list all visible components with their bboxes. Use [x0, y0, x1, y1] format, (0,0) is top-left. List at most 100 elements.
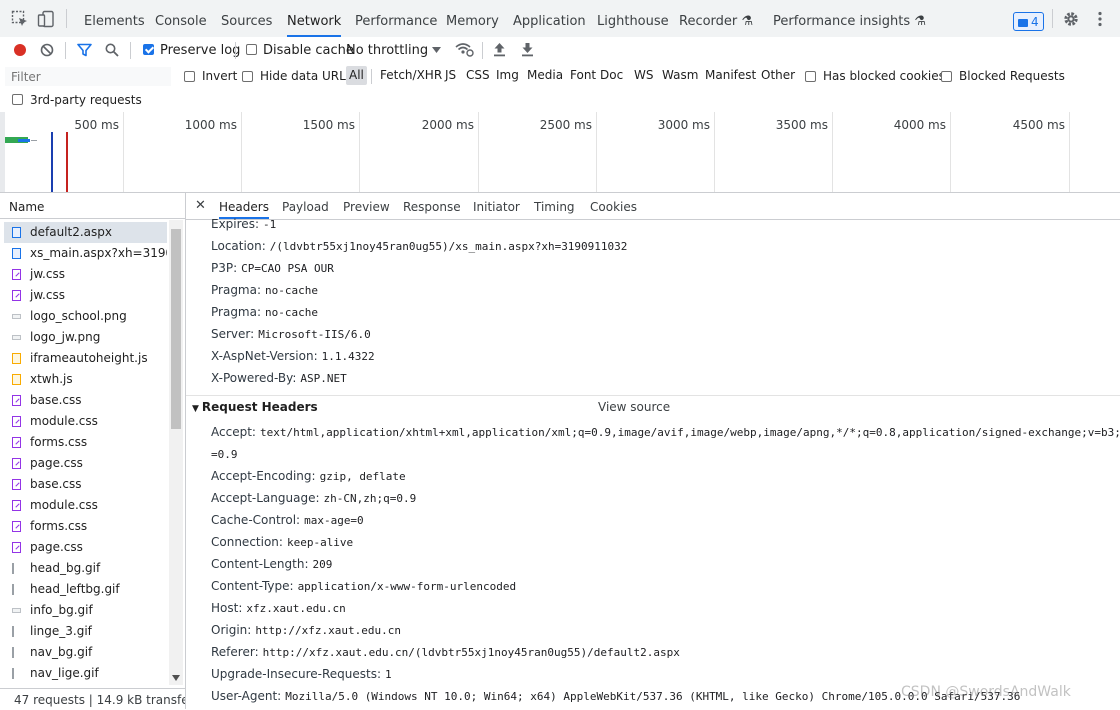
request-headers-section[interactable]: ▼ Request Headers: [192, 400, 318, 414]
filter-type-doc[interactable]: Doc: [597, 66, 626, 85]
request-row[interactable]: module.css: [4, 411, 167, 432]
request-row[interactable]: jw.css: [4, 264, 167, 285]
scrollbar-thumb[interactable]: [171, 229, 181, 429]
blocked-requests-checkbox[interactable]: [941, 71, 952, 82]
device-toolbar-icon[interactable]: [37, 10, 55, 28]
request-row[interactable]: logo_school.png: [4, 306, 167, 327]
close-icon[interactable]: ✕: [195, 193, 206, 219]
request-row[interactable]: forms.css: [4, 432, 167, 453]
detail-tab-headers[interactable]: Headers: [219, 193, 269, 219]
request-row[interactable]: head_leftbg.gif: [4, 579, 167, 600]
header-row: Location:/(ldvbtr55xj1noy45ran0ug55)/xs_…: [211, 239, 627, 253]
tab-performance[interactable]: Performance: [355, 0, 437, 37]
header-row: X-AspNet-Version: 1.1.4322: [211, 349, 375, 363]
invert-checkbox[interactable]: [184, 71, 195, 82]
detail-tab-cookies[interactable]: Cookies: [590, 193, 637, 219]
header-row: Accept: text/html,application/xhtml+xml,a…: [211, 425, 1120, 439]
third-party-checkbox[interactable]: [12, 94, 23, 105]
css-file-icon: [12, 437, 21, 448]
request-row[interactable]: xtwh.js: [4, 369, 167, 390]
request-detail-pane: ✕ Headers Payload Preview Response Initiator…: [186, 193, 1120, 709]
request-row[interactable]: head_bg.gif: [4, 558, 167, 579]
view-source-button[interactable]: View source: [598, 400, 670, 414]
filter-input[interactable]: [5, 67, 171, 86]
detail-tab-response[interactable]: Response: [403, 193, 461, 219]
request-row[interactable]: iframeautoheight.js: [4, 348, 167, 369]
filter-type-media[interactable]: Media: [524, 66, 566, 85]
detail-tab-timing[interactable]: Timing: [534, 193, 575, 219]
has-blocked-cookies-checkbox[interactable]: [805, 71, 816, 82]
request-row[interactable]: forms.css: [4, 516, 167, 537]
request-row[interactable]: module.css: [4, 495, 167, 516]
filter-type-js[interactable]: JS: [442, 66, 459, 85]
scroll-down-icon[interactable]: [172, 675, 180, 681]
request-row[interactable]: nav_bg.gif: [4, 642, 167, 663]
request-name: head_bg.gif: [30, 561, 101, 575]
tab-elements[interactable]: Elements: [84, 0, 145, 37]
import-har-icon[interactable]: [493, 42, 506, 57]
preserve-log-label[interactable]: Preserve log: [160, 43, 240, 58]
has-blocked-cookies-label[interactable]: Has blocked cookies: [823, 69, 945, 83]
timeline-resize-handle[interactable]: [0, 112, 5, 192]
inspect-element-icon[interactable]: [11, 10, 29, 28]
issues-badge[interactable]: 4: [1013, 12, 1044, 31]
tab-sources[interactable]: Sources: [221, 0, 272, 37]
clear-icon[interactable]: [40, 43, 54, 57]
filter-type-other[interactable]: Other: [758, 66, 798, 85]
filter-icon[interactable]: [77, 43, 92, 57]
tab-network[interactable]: Network: [287, 0, 342, 37]
tab-memory[interactable]: Memory: [446, 0, 499, 37]
request-row[interactable]: page.css: [4, 453, 167, 474]
throttling-select[interactable]: No throttling: [346, 43, 428, 58]
filter-type-font[interactable]: Font: [567, 66, 599, 85]
more-options-icon[interactable]: [1091, 10, 1109, 28]
request-row[interactable]: info_bg.gif: [4, 600, 167, 621]
filter-type-img[interactable]: Img: [493, 66, 522, 85]
request-row[interactable]: xs_main.aspx?xh=3190911: [4, 243, 167, 264]
tab-recorder[interactable]: Recorder ⚗: [679, 0, 753, 37]
chevron-down-icon[interactable]: [432, 47, 441, 53]
disable-cache-checkbox[interactable]: [246, 44, 257, 55]
export-har-icon[interactable]: [521, 42, 534, 57]
tab-application[interactable]: Application: [513, 0, 586, 37]
disable-cache-label[interactable]: Disable cache: [263, 43, 354, 58]
timeline-overview[interactable]: 500 ms 1000 ms 1500 ms 2000 ms 2500 ms 3000 m…: [0, 112, 1120, 193]
blocked-requests-label[interactable]: Blocked Requests: [959, 69, 1065, 83]
gear-icon[interactable]: [1062, 10, 1080, 28]
preserve-log-checkbox[interactable]: [143, 44, 154, 55]
request-row[interactable]: base.css: [4, 474, 167, 495]
network-conditions-icon[interactable]: [454, 41, 474, 57]
tab-performance-insights[interactable]: Performance insights ⚗: [773, 0, 926, 37]
record-icon[interactable]: [13, 43, 27, 57]
third-party-label[interactable]: 3rd-party requests: [30, 93, 142, 107]
search-icon[interactable]: [105, 43, 119, 57]
filter-type-css[interactable]: CSS: [463, 66, 493, 85]
filter-type-wasm[interactable]: Wasm: [659, 66, 701, 85]
header-row: Referer: http://xfz.xaut.edu.cn/(ldvbtr55…: [211, 645, 680, 659]
tab-console[interactable]: Console: [155, 0, 207, 37]
header-key: P3P:: [211, 261, 238, 275]
tab-lighthouse[interactable]: Lighthouse: [597, 0, 669, 37]
request-row[interactable]: page.css: [4, 537, 167, 558]
header-key: Content-Length:: [211, 557, 309, 571]
detail-tab-initiator[interactable]: Initiator: [473, 193, 520, 219]
request-row[interactable]: jw.css: [4, 285, 167, 306]
filter-type-ws[interactable]: WS: [631, 66, 656, 85]
header-value: keep-alive: [286, 536, 354, 549]
invert-label[interactable]: Invert: [202, 69, 237, 83]
filter-type-all[interactable]: All: [346, 66, 367, 85]
detail-tab-payload[interactable]: Payload: [282, 193, 329, 219]
name-column-header[interactable]: Name: [0, 193, 185, 219]
filter-type-manifest[interactable]: Manifest: [702, 66, 759, 85]
hide-data-urls-label[interactable]: Hide data URLs: [260, 69, 352, 83]
filter-type-fetch-xhr[interactable]: Fetch/XHR: [377, 66, 445, 85]
request-row[interactable]: default2.aspx: [4, 222, 167, 243]
load-event-marker: [66, 132, 68, 192]
request-row[interactable]: base.css: [4, 390, 167, 411]
request-row[interactable]: nav_lige.gif: [4, 663, 167, 684]
detail-tab-preview[interactable]: Preview: [343, 193, 390, 219]
request-row[interactable]: linge_3.gif: [4, 621, 167, 642]
header-key: Pragma:: [211, 283, 262, 297]
request-row[interactable]: logo_jw.png: [4, 327, 167, 348]
hide-data-urls-checkbox[interactable]: [242, 71, 253, 82]
